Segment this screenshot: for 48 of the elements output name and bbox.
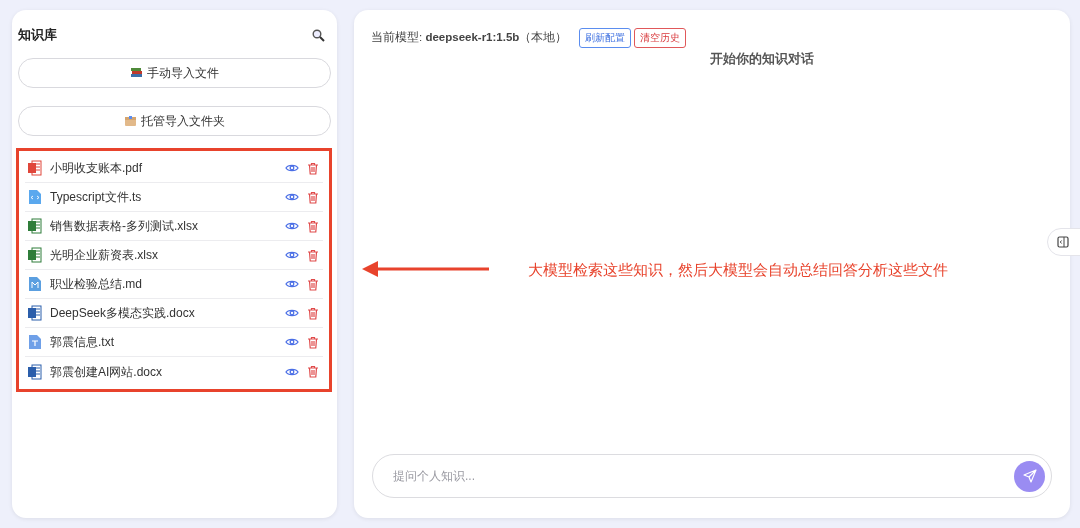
- annotation-text: 大模型检索这些知识，然后大模型会自动总结回答分析这些文件: [528, 261, 948, 280]
- import-button[interactable]: 手动导入文件: [18, 58, 331, 88]
- books-icon: [130, 67, 143, 79]
- eye-icon[interactable]: [285, 250, 299, 260]
- trash-icon[interactable]: [307, 219, 319, 233]
- file-name[interactable]: 小明收支账本.pdf: [50, 159, 277, 177]
- clear-button[interactable]: 清空历史: [634, 28, 687, 48]
- word-file-icon: [27, 363, 42, 380]
- code-file-icon: [27, 189, 42, 205]
- chat-heading: 开始你的知识对话: [710, 52, 814, 66]
- file-name[interactable]: 光明企业薪资表.xlsx: [50, 246, 277, 264]
- sidebar-title: 知识库: [18, 26, 57, 45]
- eye-icon[interactable]: [285, 221, 299, 231]
- chat-input[interactable]: 提问个人知识...: [391, 466, 1014, 486]
- eye-icon[interactable]: [285, 366, 299, 377]
- eye-icon[interactable]: [285, 337, 299, 347]
- file-name[interactable]: 郭震信息.txt: [50, 333, 277, 351]
- trash-icon[interactable]: [307, 306, 319, 320]
- trash-icon[interactable]: [307, 365, 319, 378]
- file-name[interactable]: 职业检验总结.md: [50, 275, 277, 293]
- eye-icon[interactable]: [285, 163, 299, 173]
- box-icon: [124, 115, 137, 127]
- sidebar-icon: [1057, 236, 1069, 248]
- file-name[interactable]: Typescript文件.ts: [50, 188, 277, 206]
- send-button[interactable]: [1014, 460, 1045, 492]
- excel-file-icon: [27, 247, 42, 263]
- eye-icon[interactable]: [285, 279, 299, 289]
- trash-icon[interactable]: [307, 161, 319, 175]
- send-icon: [1022, 469, 1037, 483]
- import-button[interactable]: 托管导入文件夹: [18, 106, 331, 136]
- file-name[interactable]: 郭震创建AI网站.docx: [50, 362, 277, 381]
- word-file-icon: [27, 305, 42, 321]
- eye-icon[interactable]: [285, 192, 299, 202]
- excel-file-icon: [27, 218, 42, 234]
- trash-icon[interactable]: [307, 248, 319, 262]
- model-label: 当前模型: deepseek-r1:1.5b（本地）: [371, 30, 568, 46]
- pdf-file-icon: [27, 160, 42, 176]
- search-icon[interactable]: [312, 28, 325, 42]
- refresh-button[interactable]: 刷新配置: [579, 28, 632, 48]
- trash-icon[interactable]: [307, 277, 319, 291]
- trash-icon[interactable]: [307, 190, 319, 204]
- eye-icon[interactable]: [285, 308, 299, 318]
- panel-toggle-button[interactable]: [1047, 228, 1080, 256]
- file-name[interactable]: DeepSeek多模态实践.docx: [50, 304, 277, 322]
- txt-file-icon: [27, 334, 42, 350]
- file-name[interactable]: 销售数据表格-多列测试.xlsx: [50, 217, 277, 235]
- md-file-icon: [27, 276, 42, 292]
- trash-icon[interactable]: [307, 335, 319, 349]
